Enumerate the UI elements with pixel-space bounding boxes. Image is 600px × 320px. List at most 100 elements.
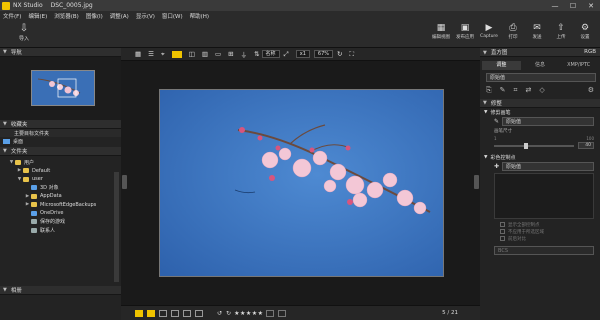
capture-button[interactable]: ▶ Capture [478,22,500,40]
menu-edit[interactable]: 编辑(E) [28,12,47,20]
preview-icon[interactable] [171,309,179,317]
display-icon[interactable]: ⊞ [228,50,233,58]
histogram-header[interactable]: ▼ 直方图 RGB [480,48,600,57]
flag-icon[interactable] [266,309,275,317]
crop-icon[interactable]: ⌗ [513,86,517,95]
sort-select[interactable]: 名称 [261,50,280,58]
protect-icon[interactable] [278,309,287,317]
tree-row[interactable]: 3D 对象 [2,184,121,193]
gear-icon[interactable]: ⚙ [588,86,594,95]
tree-row[interactable]: 保存的游戏 [2,218,121,227]
slider-value[interactable]: 40 [578,142,594,149]
send-button[interactable]: ✉ 发送 [526,22,548,40]
copy-icon[interactable]: ⎘ [486,86,492,95]
zoom-step[interactable]: x1 [295,50,310,58]
collapse-icon: ▼ [483,50,487,56]
print-button[interactable]: ⎙ 打印 [502,22,524,40]
tab-xmp[interactable]: XMP/IPTC [559,61,598,70]
rotate-left-icon[interactable]: ↺ [217,310,222,317]
straighten-icon[interactable]: ⇄ [525,86,531,95]
perspective-icon[interactable]: ◇ [539,86,544,95]
bcs-select[interactable]: BCS [494,246,594,255]
menu-window[interactable]: 窗口(W) [162,12,183,20]
fit-icon[interactable]: ⤢ [284,50,289,59]
fav-item-main[interactable]: 主要目标文件夹 [0,129,121,137]
tree-row[interactable]: ▼ 用户 [2,158,121,167]
compare-view-icon[interactable]: ◫ [189,50,195,58]
retouch-brush-section[interactable]: ▼ 修剪画笔 [480,108,600,116]
tree-row[interactable]: OneDrive [2,209,121,218]
menu-image[interactable]: 图像(I) [86,12,103,20]
brush-tool-icon[interactable]: ✎ [494,118,499,125]
slider-range: 1 100 [480,134,600,141]
grid-view-icon[interactable]: ▦ [135,50,141,58]
label-yellow-icon[interactable] [135,309,143,317]
left-panel-toggle[interactable] [122,175,127,189]
tab-info[interactable]: 信息 [521,61,560,70]
exclude-area-checkbox[interactable]: 不应用于所选区域 [480,228,600,235]
collapse-icon: ▼ [3,49,7,55]
filter-icon[interactable]: ⏚ [241,49,248,59]
map-view-icon[interactable]: ⌖ [161,50,165,59]
zoom-select[interactable]: 67% [313,50,334,58]
histogram-toggle-icon[interactable] [195,309,203,317]
tree-row[interactable]: 联系人 [2,226,121,235]
album-header[interactable]: ▼ 相册 [0,286,121,295]
rating-stars[interactable]: ★★★★★ [234,310,263,317]
compare-yellow-icon[interactable] [147,309,155,317]
sort-icon[interactable]: ⇅ [254,50,259,58]
import-button[interactable]: ⇩ 导入 [12,23,36,42]
tree-row[interactable]: ▶ MicrosoftEdgeBackups [2,201,121,210]
menu-file[interactable]: 文件(F) [3,12,21,20]
fullscreen-icon[interactable]: ⛶ [349,50,354,59]
filmstrip-icon[interactable] [159,309,167,317]
favorites-header[interactable]: ▼ 收藏夹 [0,120,121,129]
menu-view[interactable]: 显示(V) [136,12,155,20]
before-after-checkbox[interactable]: 前后对比 [480,235,600,242]
publish-button[interactable]: ▣ 发布应用 [454,22,476,40]
tab-adjust[interactable]: 调整 [482,61,521,70]
add-point-icon[interactable]: ✚ [494,163,499,170]
retouch-header[interactable]: ▼ 修整 [480,99,600,108]
split-preview-icon[interactable] [183,309,191,317]
color-control-select[interactable]: 原始值 [502,162,594,171]
brush-slider[interactable] [494,142,574,149]
control-point-list[interactable] [494,173,594,219]
maximize-button[interactable]: ☐ [564,2,582,10]
tree-row[interactable]: ▼ user [2,175,121,184]
rotate-right-icon[interactable]: ↻ [226,310,231,317]
slider-thumb[interactable] [524,142,529,149]
rotate-icon[interactable]: ↻ [337,50,342,58]
main-photo[interactable] [159,89,444,277]
right-panel-toggle[interactable] [474,175,479,189]
preset-select[interactable]: 原始值 [486,73,596,82]
color-control-section[interactable]: ▼ 彩色控制点 [480,153,600,161]
split-view-icon[interactable]: ▥ [202,50,208,58]
settings-button[interactable]: ⚙ 设置 [574,22,596,40]
tree-row[interactable]: ▶ Default [2,167,121,176]
fav-item-desktop[interactable]: 桌面 [0,137,121,145]
edit-view-button[interactable]: ▦ 编辑视图 [430,22,452,40]
minimize-button[interactable]: — [546,2,564,10]
list-view-icon[interactable]: ☰ [148,50,154,58]
label-icon[interactable]: ▭ [215,50,221,58]
single-view-icon[interactable] [171,50,182,58]
menu-help[interactable]: 帮助(H) [190,12,209,20]
navigator-thumbnail[interactable] [31,70,95,106]
tree-scrollbar[interactable] [114,172,119,282]
brush-icon[interactable]: ✎ [500,86,506,95]
upload-icon: ⇧ [557,23,565,33]
collapse-icon: ▼ [484,154,488,160]
retouch-preset-select[interactable]: 原始值 [502,117,594,126]
title-bar: NX Studio DSC_0005.jpg — ☐ ✕ [0,0,600,11]
tree-row[interactable]: ▶ AppData [2,192,121,201]
navigator-header[interactable]: ▼ 导航 [0,48,121,57]
menu-browser[interactable]: 浏览器(B) [54,12,79,20]
folders-header[interactable]: ▼ 文件夹 [0,147,121,156]
show-all-points-checkbox[interactable]: 显示全部控制点 [480,221,600,228]
upload-button[interactable]: ⇧ 上传 [550,22,572,40]
slider-min: 1 [494,136,497,141]
close-button[interactable]: ✕ [582,2,600,10]
menu-adjust[interactable]: 调整(A) [110,12,129,20]
histogram-mode[interactable]: RGB [584,49,596,55]
